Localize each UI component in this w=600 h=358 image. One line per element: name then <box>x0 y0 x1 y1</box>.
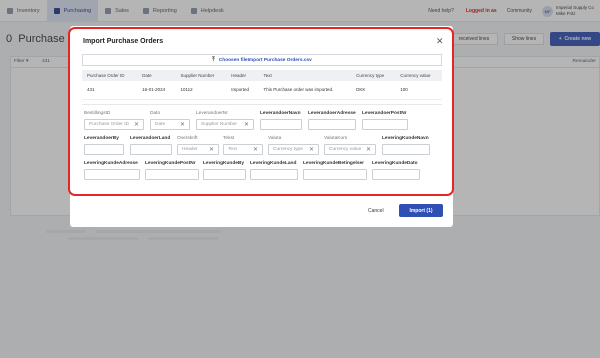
leverandoerby-label: LeverandoerBy <box>84 136 119 141</box>
clear-icon[interactable]: ✕ <box>180 121 185 128</box>
leveringkundenavn-select[interactable] <box>382 144 430 155</box>
column-header: Text <box>258 70 352 81</box>
leverandoernavn-label: LeverandoerNavn <box>260 111 301 116</box>
leveringkundeadresse-select[interactable] <box>84 169 140 180</box>
leveringkundebetingelser-select[interactable] <box>303 169 367 180</box>
column-header: Supplier Number <box>175 70 227 81</box>
leveringkundeby-label: LeveringKundeBy <box>203 161 245 166</box>
dialog-title: Import Purchase Orders <box>83 38 164 45</box>
leveringkundeadresse-label: LeveringKundeAdresse <box>84 161 138 166</box>
leverandoernr-label: LeverandoerNr <box>196 111 228 116</box>
leverandoernavn-select[interactable] <box>260 119 302 130</box>
overskrift-select[interactable]: Header ✕ <box>177 144 219 155</box>
leveringkundedato-select[interactable] <box>372 169 420 180</box>
column-header: Purchase Order ID <box>82 70 138 81</box>
table-cell: 10112 <box>175 81 227 100</box>
tekst-select[interactable]: Text ✕ <box>223 144 263 155</box>
clear-icon[interactable]: ✕ <box>309 146 314 153</box>
clear-icon[interactable]: ✕ <box>209 146 214 153</box>
column-header: Header <box>226 70 259 81</box>
leveringkundenavn-label: LeveringKundeNavn <box>382 136 429 141</box>
table-cell: Imported <box>226 81 259 100</box>
dato-select[interactable]: Date ✕ <box>150 119 190 130</box>
valutakurs-label: ValutaKurs <box>324 136 348 141</box>
table-cell: 16-01-2024 <box>137 81 176 100</box>
column-header: Currency type <box>351 70 396 81</box>
valuta-label: Valuta <box>268 136 282 141</box>
table-cell: 100 <box>395 81 442 100</box>
leverandoerby-select[interactable] <box>84 144 124 155</box>
leverandoeradresse-select[interactable] <box>308 119 356 130</box>
select-placeholder: Currency value <box>329 147 362 152</box>
column-header: Currency value <box>395 70 442 81</box>
bestillingsid-select[interactable]: Purchase Order ID ✕ <box>84 119 144 130</box>
upload-icon: ⤒ <box>212 56 215 63</box>
leverandoerland-label: LeverandoerLand <box>130 136 171 141</box>
valutakurs-select[interactable]: Currency value ✕ <box>324 144 376 155</box>
leveringkundeland-label: LeveringKundeLand <box>250 161 297 166</box>
select-placeholder: Supplier Number <box>201 122 237 127</box>
clear-icon[interactable]: ✕ <box>244 121 249 128</box>
leverandoerland-select[interactable] <box>130 144 172 155</box>
column-header: Date <box>137 70 176 81</box>
divider <box>82 104 442 105</box>
clear-icon[interactable]: ✕ <box>134 121 139 128</box>
clear-icon[interactable]: ✕ <box>366 146 371 153</box>
import-button[interactable]: Import (1) <box>399 204 443 217</box>
leveringkundedato-label: LeveringKundeDato <box>372 161 418 166</box>
leverandoerpostnr-label: LeverandoerPostNr <box>362 111 407 116</box>
leveringkundepostnr-label: LeveringKundePostNr <box>145 161 196 166</box>
leverandoerpostnr-select[interactable] <box>362 119 408 130</box>
cancel-button[interactable]: Cancel <box>368 208 384 214</box>
close-icon[interactable]: ✕ <box>436 36 444 47</box>
leveringkundeland-select[interactable] <box>250 169 298 180</box>
preview-table: Purchase Order ID Date Supplier Number H… <box>82 70 442 100</box>
tekst-label: Tekst <box>223 136 235 141</box>
bestillingsid-label: BestillingsID <box>84 111 111 116</box>
table-row: 431 16-01-2024 10112 Imported This Purch… <box>82 81 442 100</box>
select-placeholder: Currency type <box>273 147 303 152</box>
leveringkundepostnr-select[interactable] <box>145 169 199 180</box>
valuta-select[interactable]: Currency type ✕ <box>268 144 319 155</box>
leveringkundebetingelser-label: LeveringKundeBetingelser <box>303 161 365 166</box>
overskrift-label: Overskrift <box>177 136 198 141</box>
select-placeholder: Text <box>228 147 237 152</box>
select-placeholder: Header <box>182 147 198 152</box>
choose-file-button[interactable]: ⤒ Choosen fileImport Purchase Orders.csv <box>82 54 442 66</box>
select-placeholder: Date <box>155 122 166 127</box>
choose-file-label: Choosen fileImport Purchase Orders.csv <box>218 57 312 63</box>
table-cell: 431 <box>82 81 138 100</box>
clear-icon[interactable]: ✕ <box>253 146 258 153</box>
leverandoernr-select[interactable]: Supplier Number ✕ <box>196 119 254 130</box>
import-dialog: Import Purchase Orders ✕ ⤒ Choosen fileIm… <box>70 26 453 227</box>
dato-label: Dato <box>150 111 161 116</box>
table-cell: This Purchase order was imported. <box>258 81 352 100</box>
leveringkundeby-select[interactable] <box>203 169 246 180</box>
leverandoeradresse-label: LeverandoerAdresse <box>308 111 356 116</box>
select-placeholder: Purchase Order ID <box>89 122 129 127</box>
table-cell: DKK <box>351 81 396 100</box>
